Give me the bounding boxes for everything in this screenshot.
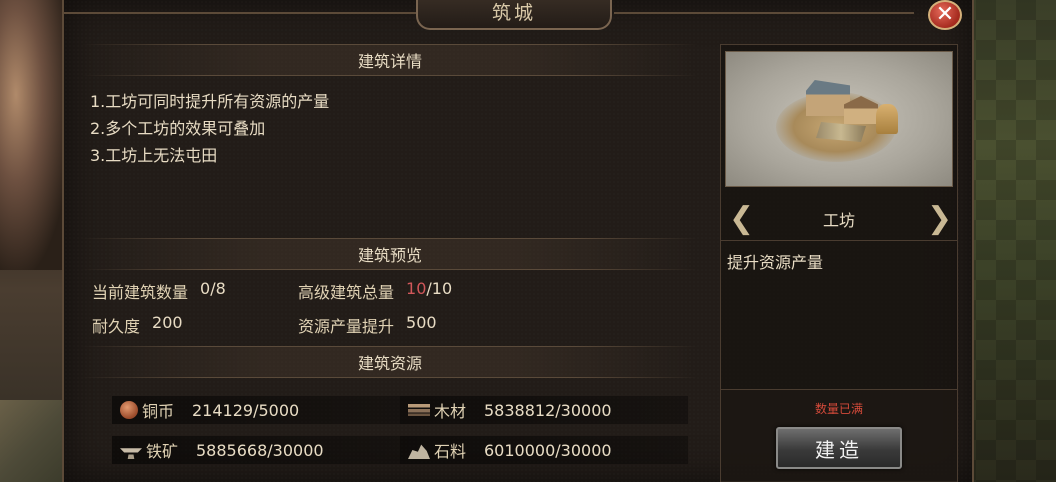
resource-wood: 木材 5838812/30000 xyxy=(400,396,688,424)
next-building-button[interactable]: ❯ xyxy=(927,201,952,236)
left-content: 建筑详情 1.工坊可同时提升所有资源的产量 2.多个工坊的效果可叠加 3.工坊上… xyxy=(82,44,698,482)
building-selector: ❮ 工坊 ❯ xyxy=(721,197,957,241)
town-thumbnail xyxy=(0,400,70,482)
resource-amount: 5885668/30000 xyxy=(196,440,324,460)
resources-header: 建筑资源 xyxy=(82,346,698,378)
prev-building-button[interactable]: ❮ xyxy=(729,201,754,236)
detail-line: 1.工坊可同时提升所有资源的产量 xyxy=(90,92,330,111)
resource-stone: 石料 6010000/30000 xyxy=(400,436,688,464)
detail-line: 2.多个工坊的效果可叠加 xyxy=(90,119,266,138)
status-text: 数量已满 xyxy=(814,402,863,416)
resource-copper: 铜币 214129/5000 xyxy=(112,396,400,424)
resource-name: 铜币 xyxy=(142,402,175,421)
stone-icon xyxy=(408,444,430,459)
advanced-total-stat: 高级建筑总量 10/10 xyxy=(298,279,452,303)
iron-ore-icon xyxy=(120,448,142,459)
close-button[interactable]: ✕ xyxy=(928,0,962,30)
copper-coin-icon xyxy=(120,401,138,419)
close-icon: ✕ xyxy=(935,2,955,27)
detail-line: 3.工坊上无法屯田 xyxy=(90,146,218,165)
preview-header: 建筑预览 xyxy=(82,238,698,270)
current-count-stat: 当前建筑数量 0/8 xyxy=(92,279,298,303)
background-left xyxy=(0,0,70,482)
building-description: 提升资源产量 xyxy=(727,253,824,272)
advanced-total-max: /10 xyxy=(426,279,453,298)
wood-icon xyxy=(408,404,430,416)
durability-stat: 耐久度 200 xyxy=(92,313,298,337)
building-preview-image xyxy=(725,51,953,187)
resource-amount: 6010000/30000 xyxy=(484,440,612,460)
title-divider-left xyxy=(64,12,418,14)
preview-stats: 当前建筑数量 0/8 高级建筑总量 10/10 耐久度 200 资源产量提升 5… xyxy=(82,270,698,346)
details-header: 建筑详情 xyxy=(82,44,698,76)
advanced-total-label: 高级建筑总量 xyxy=(298,283,395,302)
resource-amount: 5838812/30000 xyxy=(484,400,612,420)
resource-name: 木材 xyxy=(434,402,467,421)
building-panel: ❮ 工坊 ❯ 提升资源产量 数量已满 建造 xyxy=(720,44,958,482)
resource-boost-stat: 资源产量提升 500 xyxy=(298,313,437,337)
details-list: 1.工坊可同时提升所有资源的产量 2.多个工坊的效果可叠加 3.工坊上无法屯田 xyxy=(82,76,698,238)
character-portrait xyxy=(0,0,70,270)
dialog-title: 筑城 xyxy=(416,0,612,30)
durability-value: 200 xyxy=(152,313,183,332)
build-action-area: 数量已满 建造 xyxy=(721,389,957,482)
current-count-value: 0/8 xyxy=(200,279,226,298)
resource-boost-value: 500 xyxy=(406,313,437,332)
resource-list: 铜币 214129/5000 木材 5838812/30000 铁矿 58856… xyxy=(82,378,698,470)
resource-name: 石料 xyxy=(434,442,467,461)
current-count-label: 当前建筑数量 xyxy=(92,283,189,302)
advanced-total-current: 10 xyxy=(406,279,427,298)
resource-boost-label: 资源产量提升 xyxy=(298,317,395,336)
resource-amount: 214129/5000 xyxy=(192,400,300,420)
durability-label: 耐久度 xyxy=(92,317,141,336)
building-name: 工坊 xyxy=(822,210,855,230)
title-divider-right xyxy=(614,12,914,14)
build-button[interactable]: 建造 xyxy=(776,427,902,469)
resource-iron: 铁矿 5885668/30000 xyxy=(112,436,400,464)
resource-name: 铁矿 xyxy=(146,442,179,461)
